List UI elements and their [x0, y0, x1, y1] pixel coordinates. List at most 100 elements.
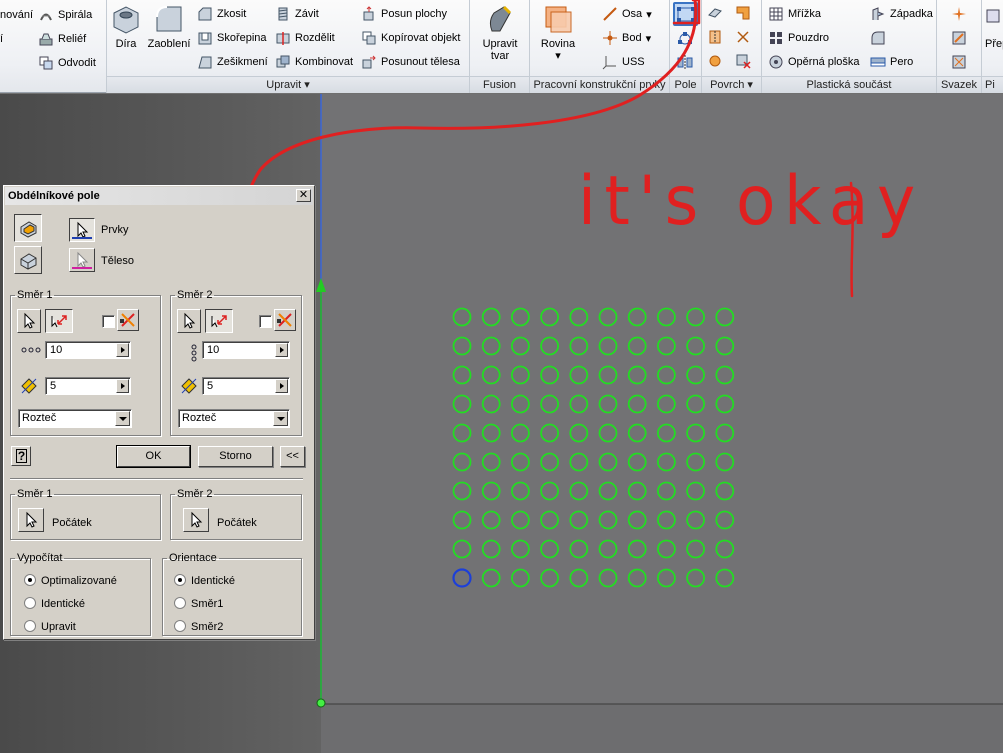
pattern-circle[interactable] [715, 365, 735, 385]
pattern-circle[interactable] [627, 539, 647, 559]
pattern-circle[interactable] [540, 336, 559, 356]
direction-1-flip-button[interactable] [45, 309, 73, 333]
pattern-circle[interactable] [686, 568, 705, 588]
cancel-button[interactable]: Storno [198, 446, 273, 467]
direction-1-midplane-checkbox[interactable] [102, 315, 115, 328]
solids-select-button[interactable] [69, 248, 95, 272]
pattern-circle[interactable] [715, 307, 735, 327]
pattern-circle[interactable] [657, 452, 676, 472]
pattern-circle[interactable] [481, 568, 501, 588]
pattern-circle[interactable] [598, 481, 618, 501]
pattern-circle[interactable] [686, 481, 705, 501]
direction-2-method-select[interactable]: Rozteč [178, 409, 290, 428]
pattern-circle[interactable] [511, 365, 530, 385]
direction-1-start-button[interactable] [18, 508, 44, 532]
pattern-circle[interactable] [540, 452, 559, 472]
pattern-circle[interactable] [481, 307, 501, 327]
pattern-circle[interactable] [540, 481, 559, 501]
pattern-circle[interactable] [481, 510, 501, 530]
direction-1-path-button[interactable] [17, 309, 41, 333]
pattern-circle[interactable] [657, 365, 676, 385]
pattern-circle[interactable] [569, 510, 589, 530]
pattern-circle[interactable] [715, 452, 735, 472]
pattern-circle[interactable] [481, 452, 501, 472]
pattern-circle[interactable] [598, 423, 618, 443]
pattern-circle[interactable] [452, 336, 472, 356]
direction-1-spacing-arrow-icon[interactable] [116, 379, 129, 393]
pattern-circle[interactable] [452, 394, 472, 414]
direction-1-midplane-button[interactable] [117, 309, 139, 331]
pattern-circle[interactable] [569, 539, 589, 559]
pattern-circle[interactable] [481, 423, 501, 443]
pattern-circle[interactable] [715, 481, 735, 501]
direction-2-count-arrow-icon[interactable] [275, 343, 288, 357]
pattern-circle[interactable] [657, 539, 676, 559]
pattern-circle[interactable] [511, 452, 530, 472]
pattern-circle[interactable] [452, 539, 472, 559]
pattern-circle[interactable] [657, 336, 676, 356]
pattern-circle[interactable] [569, 336, 589, 356]
pattern-circle[interactable] [627, 568, 647, 588]
direction-2-midplane-button[interactable] [274, 309, 296, 331]
direction-1-spacing-input[interactable]: 5 [45, 377, 131, 395]
pattern-circle[interactable] [452, 481, 472, 501]
pattern-circle[interactable] [657, 423, 676, 443]
compute-adjust-radio[interactable] [24, 620, 36, 632]
pattern-circle[interactable] [686, 394, 705, 414]
direction-2-spacing-input[interactable]: 5 [202, 377, 290, 395]
pattern-circle[interactable] [627, 307, 647, 327]
pattern-circle[interactable] [627, 394, 647, 414]
pattern-circle[interactable] [598, 307, 618, 327]
collapse-button[interactable]: << [280, 446, 305, 467]
features-select-button[interactable] [69, 218, 95, 242]
pattern-circle[interactable] [627, 365, 647, 385]
direction-2-method-dropdown-icon[interactable] [273, 411, 288, 426]
pattern-circle[interactable] [511, 336, 530, 356]
pattern-circle[interactable] [540, 394, 559, 414]
pattern-circle[interactable] [540, 539, 559, 559]
pattern-circle[interactable] [686, 336, 705, 356]
pattern-circle[interactable] [598, 568, 618, 588]
pattern-circle[interactable] [540, 423, 559, 443]
orientation-identical-radio[interactable] [174, 574, 186, 586]
pattern-features-mode-button[interactable] [14, 214, 42, 242]
pattern-circle[interactable] [686, 539, 705, 559]
pattern-circle[interactable] [657, 307, 676, 327]
ok-button[interactable]: OK [116, 445, 191, 468]
close-button[interactable]: ✕ [296, 189, 311, 202]
pattern-circle[interactable] [511, 307, 530, 327]
pattern-circle[interactable] [627, 336, 647, 356]
direction-2-midplane-checkbox[interactable] [259, 315, 272, 328]
pattern-circle[interactable] [569, 452, 589, 472]
pattern-circle[interactable] [686, 510, 705, 530]
pattern-circle[interactable] [715, 394, 735, 414]
pattern-circle[interactable] [686, 423, 705, 443]
direction-2-start-button[interactable] [183, 508, 209, 532]
seed-circle[interactable] [452, 568, 472, 588]
direction-1-method-select[interactable]: Rozteč [18, 409, 132, 428]
pattern-circle[interactable] [598, 539, 618, 559]
pattern-circle[interactable] [657, 394, 676, 414]
pattern-circle[interactable] [481, 336, 501, 356]
pattern-circle[interactable] [715, 510, 735, 530]
pattern-circle[interactable] [715, 423, 735, 443]
pattern-circle[interactable] [540, 568, 559, 588]
dialog-title-bar[interactable]: Obdélníkové pole [5, 187, 313, 205]
pattern-circle[interactable] [715, 568, 735, 588]
pattern-circle[interactable] [598, 394, 618, 414]
pattern-circle[interactable] [657, 481, 676, 501]
pattern-circle[interactable] [598, 452, 618, 472]
pattern-circle[interactable] [686, 365, 705, 385]
pattern-circle[interactable] [540, 365, 559, 385]
compute-optimized-radio[interactable] [24, 574, 36, 586]
pattern-circle[interactable] [452, 307, 472, 327]
direction-2-path-button[interactable] [177, 309, 201, 333]
orientation-direction-1-radio[interactable] [174, 597, 186, 609]
pattern-circle[interactable] [511, 539, 530, 559]
pattern-circle[interactable] [511, 394, 530, 414]
pattern-circle[interactable] [540, 307, 559, 327]
pattern-circle[interactable] [481, 394, 501, 414]
direction-2-count-input[interactable]: 10 [202, 341, 290, 359]
help-button[interactable]: ? [11, 446, 31, 466]
pattern-circle[interactable] [481, 481, 501, 501]
